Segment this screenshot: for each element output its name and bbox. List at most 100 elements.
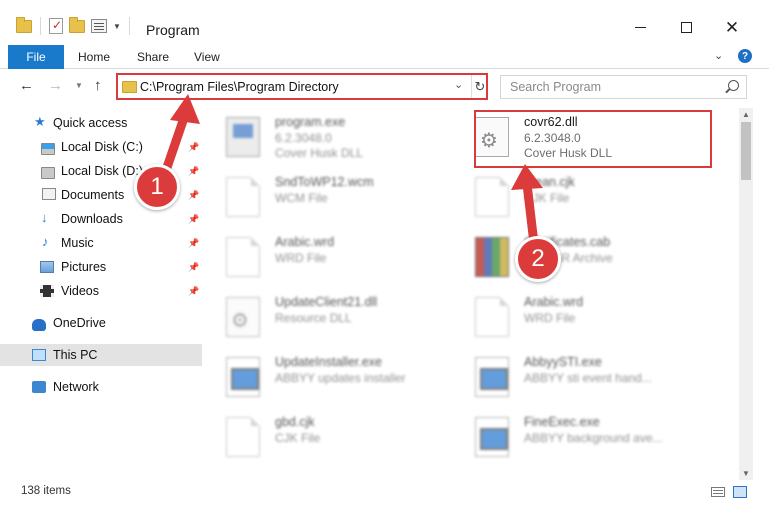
document-icon — [226, 237, 260, 277]
sidebar-item-label: Local Disk (C:) — [61, 140, 143, 154]
pin-icon[interactable]: 📌 — [188, 214, 199, 225]
status-bar: 138 items — [0, 482, 769, 502]
document-icon — [226, 417, 260, 457]
file-detail: WRD File — [524, 311, 576, 325]
help-icon[interactable]: ? — [738, 49, 752, 63]
close-icon: ✕ — [724, 17, 740, 37]
quick-access-toolbar: ▼ — [16, 16, 132, 35]
forward-arrow-icon[interactable]: → — [48, 77, 63, 94]
window-title: Program — [146, 22, 200, 38]
file-tile[interactable]: SndToWP12.wcm WCM File — [210, 167, 450, 227]
sidebar-item-label: Documents — [61, 188, 125, 202]
search-placeholder: Search Program — [510, 80, 602, 94]
file-detail: WRD File — [275, 251, 327, 265]
new-folder-icon[interactable] — [69, 16, 85, 33]
minimize-button[interactable] — [617, 12, 663, 42]
file-name: gbd.cjk — [275, 415, 315, 429]
sidebar-item-network[interactable]: Network — [0, 376, 202, 398]
refresh-icon[interactable]: ↻ — [471, 75, 488, 98]
pin-icon[interactable]: 📌 — [188, 262, 199, 273]
file-tile[interactable]: program.exe 6.2.3048.0 Cover Husk DLL — [210, 107, 450, 167]
document-icon — [226, 177, 260, 217]
file-detail: ABBYY sti event hand... — [524, 371, 652, 385]
tab-view[interactable]: View — [194, 45, 220, 69]
file-name: AbbyySTI.exe — [524, 355, 602, 369]
folder-icon — [122, 81, 137, 93]
file-name: program.exe — [275, 115, 346, 129]
scroll-up-icon[interactable]: ▲ — [742, 110, 750, 119]
star-icon: ★ — [34, 114, 46, 129]
scrollbar-thumb[interactable] — [741, 122, 751, 180]
drive-icon — [41, 167, 55, 179]
file-tile[interactable]: arean.cjk CJK File — [459, 167, 699, 227]
toolbar-divider — [40, 17, 41, 35]
sidebar-item-label: Videos — [61, 284, 99, 298]
back-arrow-icon[interactable]: ← — [19, 77, 34, 94]
file-detail: WCM File — [275, 191, 328, 205]
search-input[interactable]: Search Program — [500, 75, 747, 99]
file-detail: CJK File — [275, 431, 321, 445]
expand-ribbon-chevron-icon[interactable]: ⌄ — [714, 49, 723, 62]
sidebar-item-label: Network — [53, 380, 99, 394]
file-detail: Resource DLL — [275, 311, 352, 325]
sidebar-item-label: Pictures — [61, 260, 107, 274]
videos-icon — [40, 285, 54, 297]
sidebar-item-music[interactable]: ♪ Music 📌 — [0, 232, 202, 254]
file-tile[interactable]: Arabic.wrd WRD File — [210, 227, 450, 287]
file-name: Arabic.wrd — [275, 235, 335, 249]
maximize-icon — [680, 21, 692, 33]
file-tile[interactable]: Arabic.wrd WRD File — [459, 287, 699, 347]
vertical-scrollbar[interactable]: ▲ ▼ — [739, 108, 753, 480]
file-detail: 6.2.3048.0 — [275, 131, 332, 145]
folder-icon[interactable] — [16, 16, 32, 33]
sidebar-item-downloads[interactable]: ↓ Downloads 📌 — [0, 208, 202, 230]
sidebar-item-label: OneDrive — [53, 316, 106, 330]
file-tile[interactable]: Certificates.cab WinRAR Archive — [459, 227, 699, 287]
application-icon — [475, 357, 509, 397]
toolbar-divider — [128, 17, 130, 35]
pin-icon[interactable]: 📌 — [188, 190, 199, 201]
search-icon[interactable] — [728, 80, 739, 91]
sidebar-item-label: Downloads — [61, 212, 123, 226]
file-tile[interactable]: gbd.cjk CJK File — [210, 407, 450, 467]
tab-file[interactable]: File — [8, 45, 64, 69]
pin-icon[interactable]: 📌 — [188, 286, 199, 297]
document-icon — [475, 177, 509, 217]
sidebar-item-videos[interactable]: Videos 📌 — [0, 280, 202, 302]
recent-locations-chevron-icon[interactable]: ▼ — [75, 81, 83, 90]
title-bar: ▼ Program ✕ — [0, 0, 769, 40]
tab-home[interactable]: Home — [78, 45, 110, 69]
maximize-button[interactable] — [663, 12, 709, 42]
application-icon — [475, 417, 509, 457]
cloud-icon — [32, 319, 46, 331]
tab-share[interactable]: Share — [137, 45, 169, 69]
scroll-down-icon[interactable]: ▼ — [742, 469, 750, 478]
address-history-chevron-icon[interactable]: ⌄ — [454, 78, 463, 91]
close-button[interactable]: ✕ — [709, 12, 755, 42]
details-view-icon[interactable] — [711, 487, 725, 497]
sidebar-item-onedrive[interactable]: OneDrive — [0, 312, 202, 334]
properties-icon[interactable] — [91, 19, 107, 33]
step-1-badge: 1 — [134, 164, 180, 210]
pictures-icon — [40, 261, 54, 273]
item-count: 138 items — [21, 485, 71, 497]
program-icon — [226, 117, 260, 157]
up-arrow-icon[interactable]: ↑ — [94, 77, 102, 94]
large-icons-view-icon[interactable] — [733, 486, 747, 498]
file-tile[interactable]: UpdateInstaller.exe ABBYY updates instal… — [210, 347, 450, 407]
file-name: FineExec.exe — [524, 415, 600, 429]
sidebar-item-pictures[interactable]: Pictures 📌 — [0, 256, 202, 278]
customize-toolbar-chevron-icon[interactable]: ▼ — [113, 22, 121, 31]
sidebar-item-label: Music — [61, 236, 94, 250]
file-name: UpdateClient21.dll — [275, 295, 378, 309]
ribbon-tabs: File Home Share View ⌄ ? — [0, 45, 769, 69]
sidebar-item-label: Local Disk (D:) — [61, 164, 143, 178]
file-tile[interactable]: AbbyySTI.exe ABBYY sti event hand... — [459, 347, 699, 407]
file-tile[interactable]: FineExec.exe ABBYY background ave... — [459, 407, 699, 467]
file-tile[interactable]: UpdateClient21.dll Resource DLL — [210, 287, 450, 347]
download-icon: ↓ — [41, 210, 48, 225]
pin-icon[interactable]: 📌 — [188, 238, 199, 249]
properties-check-icon[interactable] — [49, 18, 63, 34]
navigation-bar: ← → ▼ ↑ C:\Program Files\Program Directo… — [0, 70, 769, 102]
sidebar-item-this-pc[interactable]: This PC — [0, 344, 202, 366]
